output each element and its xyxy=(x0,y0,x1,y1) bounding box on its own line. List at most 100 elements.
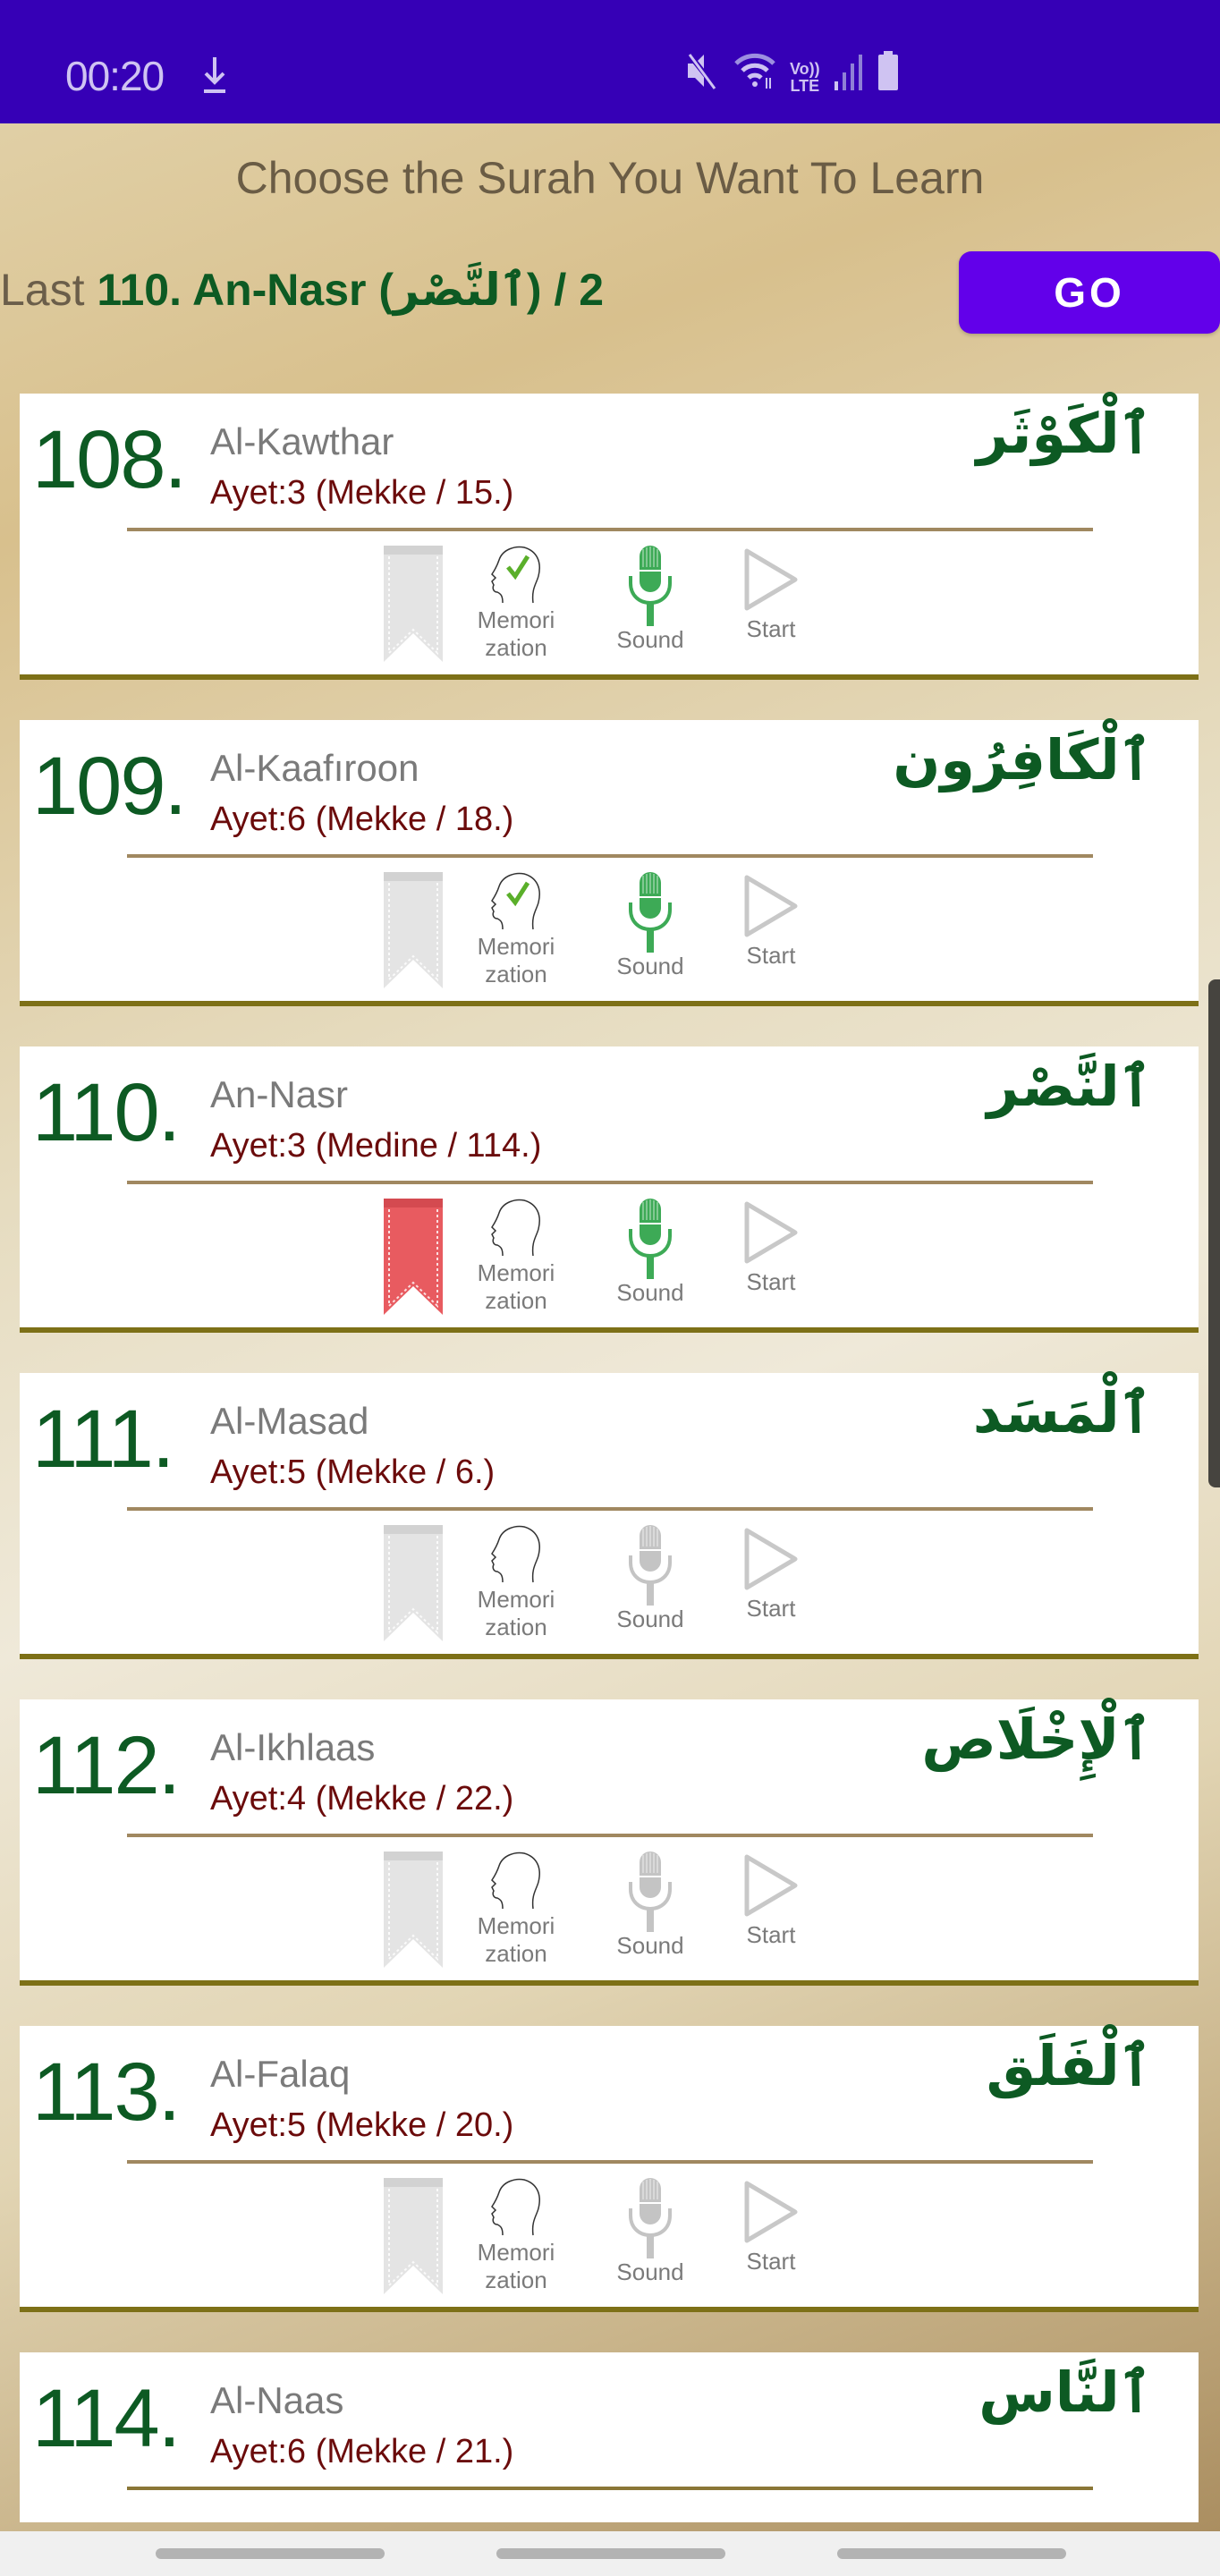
divider xyxy=(127,2160,1093,2164)
memorization-head-icon xyxy=(491,546,540,604)
nav-recents-button[interactable] xyxy=(156,2548,385,2559)
surah-number: 111. xyxy=(32,1394,174,1485)
lte-label: LTE xyxy=(790,77,820,95)
memorization-head-icon xyxy=(491,1199,540,1257)
scrollbar[interactable] xyxy=(1208,979,1220,1487)
surah-card[interactable]: 108. Al-Kawthar Ayet:3 (Mekke / 15.) ٱلْ… xyxy=(20,394,1199,680)
signal-icon xyxy=(833,51,865,95)
memorization-button[interactable]: Memori zation xyxy=(471,1850,561,1968)
start-button[interactable]: Start xyxy=(735,870,807,970)
bookmark-icon xyxy=(384,1852,443,1968)
surah-arabic-name: ٱلنَّصْر xyxy=(987,1054,1152,1119)
sound-button[interactable]: Sound xyxy=(606,2176,695,2286)
surah-card[interactable]: 112. Al-Ikhlaas Ayet:4 (Mekke / 22.) ٱلْ… xyxy=(20,1699,1199,1986)
surah-ayet-info: Ayet:3 (Medine / 114.) xyxy=(210,1127,542,1165)
start-label: Start xyxy=(746,1921,796,1948)
surah-number: 110. xyxy=(32,1067,181,1158)
navigation-bar xyxy=(0,2531,1220,2576)
surah-ayet-info: Ayet:6 (Mekke / 21.) xyxy=(210,2433,514,2470)
sound-label: Sound xyxy=(616,626,684,653)
surah-number: 108. xyxy=(32,414,187,505)
start-button[interactable]: Start xyxy=(735,544,807,643)
start-button[interactable]: Start xyxy=(735,2176,807,2275)
memorization-head-icon xyxy=(491,2178,540,2236)
microphone-icon xyxy=(629,872,672,953)
surah-actions: Memori zation Sound Start xyxy=(382,1523,865,1648)
surah-actions: Memori zation Sound Start xyxy=(382,1850,865,1975)
start-label: Start xyxy=(746,2248,796,2275)
bookmark-button[interactable] xyxy=(382,870,445,992)
surah-card[interactable]: 109. Al-Kaafıroon Ayet:6 (Mekke / 18.) ٱ… xyxy=(20,720,1199,1006)
memorization-button[interactable]: Memori zation xyxy=(471,870,561,988)
surah-name: Al-Kawthar xyxy=(210,420,394,462)
surah-arabic-name: ٱلْكَافِرُون xyxy=(893,727,1152,792)
surah-name: Al-Falaq xyxy=(210,2053,351,2095)
surah-name: Al-Masad xyxy=(210,1400,369,1442)
divider xyxy=(127,1181,1093,1184)
divider xyxy=(127,528,1093,531)
surah-arabic-name: ٱلْإِخْلَاص xyxy=(921,1707,1152,1772)
memorization-head-icon xyxy=(491,872,540,930)
memorization-label-line2: zation xyxy=(485,634,547,661)
bookmark-button[interactable] xyxy=(382,544,445,665)
start-label: Start xyxy=(746,1595,796,1622)
bookmark-icon xyxy=(384,1525,443,1641)
memorization-label-line2: zation xyxy=(485,1940,547,1967)
bookmark-icon xyxy=(384,2178,443,2294)
start-button[interactable]: Start xyxy=(735,1197,807,1296)
battery-icon xyxy=(877,51,899,95)
start-button[interactable]: Start xyxy=(735,1850,807,1949)
surah-ayet-info: Ayet:5 (Mekke / 20.) xyxy=(210,2106,514,2144)
microphone-icon xyxy=(629,1852,672,1932)
surah-card[interactable]: 114. Al-Naas Ayet:6 (Mekke / 21.) ٱلنَّا… xyxy=(20,2352,1199,2522)
status-bar: 00:20 Vo)) LTE xyxy=(0,0,1220,123)
sound-button[interactable]: Sound xyxy=(606,870,695,980)
sound-label: Sound xyxy=(616,1279,684,1306)
memorization-label-line2: zation xyxy=(485,961,547,987)
divider xyxy=(127,854,1093,858)
memorization-button[interactable]: Memori zation xyxy=(471,2176,561,2294)
go-button[interactable]: GO xyxy=(959,251,1220,334)
download-icon xyxy=(204,57,225,93)
sound-button[interactable]: Sound xyxy=(606,1523,695,1633)
bookmark-button[interactable] xyxy=(382,2176,445,2298)
nav-back-button[interactable] xyxy=(837,2548,1066,2559)
surah-actions: Memori zation Sound Start xyxy=(382,2176,865,2301)
sound-button[interactable]: Sound xyxy=(606,544,695,654)
sound-label: Sound xyxy=(616,1606,684,1632)
microphone-icon xyxy=(629,2178,672,2258)
surah-name: An-Nasr xyxy=(210,1073,349,1115)
memorization-label-line1: Memori xyxy=(477,2239,555,2266)
page-title: Choose the Surah You Want To Learn xyxy=(235,153,985,203)
wifi-icon xyxy=(733,51,777,95)
memorization-label-line1: Memori xyxy=(477,933,555,960)
memorization-button[interactable]: Memori zation xyxy=(471,1197,561,1315)
surah-ayet-info: Ayet:3 (Mekke / 15.) xyxy=(210,474,514,512)
last-surah-value: 110. An-Nasr (ٱلنَّصْر) / 2 xyxy=(97,265,605,315)
memorization-button[interactable]: Memori zation xyxy=(471,544,561,662)
sound-label: Sound xyxy=(616,1932,684,1959)
sound-button[interactable]: Sound xyxy=(606,1197,695,1307)
surah-arabic-name: ٱلْمَسَد xyxy=(972,1380,1152,1445)
surah-card[interactable]: 111. Al-Masad Ayet:5 (Mekke / 6.) ٱلْمَس… xyxy=(20,1373,1199,1659)
sound-button[interactable]: Sound xyxy=(606,1850,695,1960)
surah-card[interactable]: 110. An-Nasr Ayet:3 (Medine / 114.) ٱلنَ… xyxy=(20,1046,1199,1333)
bookmark-button[interactable] xyxy=(382,1523,445,1645)
bookmark-button[interactable] xyxy=(382,1197,445,1318)
surah-actions: Memori zation Sound Start xyxy=(382,870,865,996)
start-button[interactable]: Start xyxy=(735,1523,807,1623)
surah-name: Al-Ikhlaas xyxy=(210,1726,376,1768)
nav-home-button[interactable] xyxy=(496,2548,725,2559)
memorization-label-line2: zation xyxy=(485,2267,547,2293)
divider xyxy=(127,1834,1093,1837)
play-icon xyxy=(744,1854,798,1917)
bookmark-button[interactable] xyxy=(382,1850,445,1971)
last-position: Last 110. An-Nasr (ٱلنَّصْر) / 2 xyxy=(0,264,604,316)
memorization-button[interactable]: Memori zation xyxy=(471,1523,561,1641)
divider xyxy=(127,2487,1093,2490)
surah-name: Al-Naas xyxy=(210,2379,344,2421)
surah-number: 113. xyxy=(32,2046,181,2138)
memorization-label-line1: Memori xyxy=(477,1586,555,1613)
play-icon xyxy=(744,2181,798,2243)
surah-card[interactable]: 113. Al-Falaq Ayet:5 (Mekke / 20.) ٱلْفَ… xyxy=(20,2026,1199,2312)
